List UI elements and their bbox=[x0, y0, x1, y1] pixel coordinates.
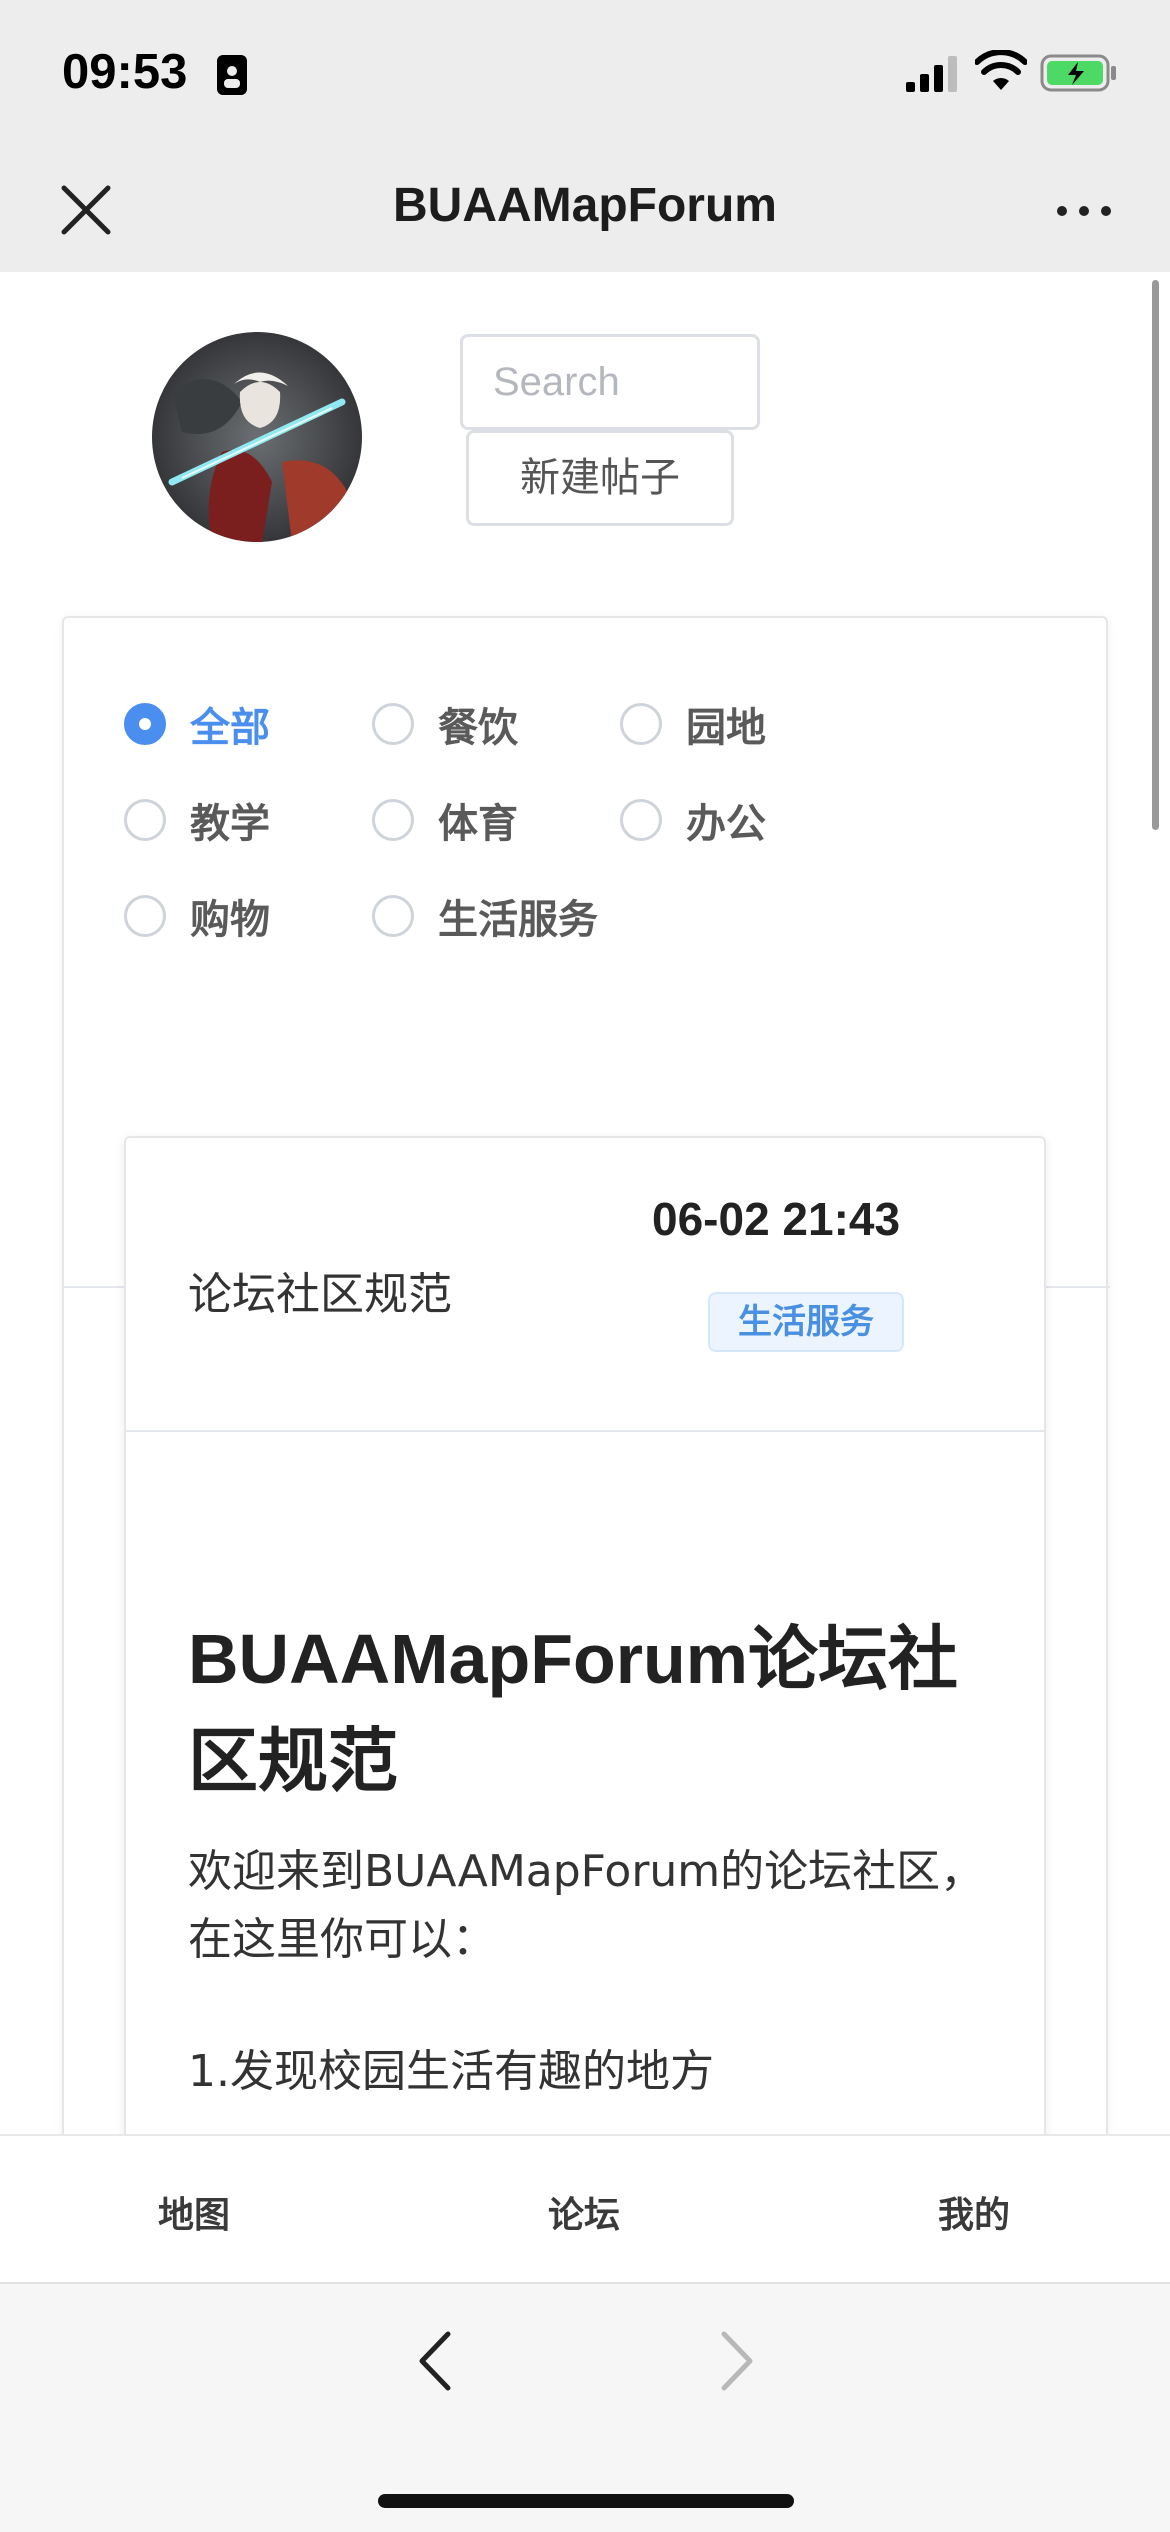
filter-radio-garden[interactable]: 园地 bbox=[620, 694, 766, 754]
back-arrow-icon[interactable] bbox=[410, 2326, 460, 2396]
filter-label: 餐饮 bbox=[438, 705, 518, 751]
filter-radio-teaching[interactable]: 教学 bbox=[124, 790, 270, 850]
search-input[interactable] bbox=[460, 334, 760, 430]
wifi-icon bbox=[975, 50, 1027, 90]
radio-circle[interactable] bbox=[124, 799, 166, 841]
tab-forum[interactable]: 论坛 bbox=[548, 2186, 620, 2238]
filter-label: 园地 bbox=[686, 705, 766, 751]
radio-circle[interactable] bbox=[124, 703, 166, 745]
filter-radio-sports[interactable]: 体育 bbox=[372, 790, 518, 850]
nav-bar: BUAAMapForum bbox=[0, 150, 1170, 272]
tab-bar: 地图 论坛 我的 bbox=[0, 2134, 1170, 2282]
radio-circle[interactable] bbox=[620, 703, 662, 745]
filter-label: 体育 bbox=[438, 801, 518, 847]
radio-circle[interactable] bbox=[620, 799, 662, 841]
status-bar: 09:53 bbox=[0, 0, 1170, 150]
filter-label: 生活服务 bbox=[438, 897, 598, 943]
signal-icon bbox=[906, 56, 957, 92]
filter-radio-dining[interactable]: 餐饮 bbox=[372, 694, 518, 754]
filter-label: 全部 bbox=[190, 705, 270, 751]
radio-circle[interactable] bbox=[372, 799, 414, 841]
page-title: BUAAMapForum bbox=[393, 179, 777, 232]
battery-icon bbox=[1040, 54, 1116, 92]
filter-label: 教学 bbox=[190, 801, 270, 847]
forward-arrow-icon[interactable] bbox=[712, 2326, 762, 2396]
status-time: 09:53 bbox=[62, 45, 188, 99]
post-paragraph: 欢迎来到BUAAMapForum的论坛社区，在这里你可以： bbox=[188, 1846, 985, 1965]
filter-radio-office[interactable]: 办公 bbox=[620, 790, 766, 850]
filter-radio-shopping[interactable]: 购物 bbox=[124, 886, 270, 946]
radio-circle[interactable] bbox=[372, 703, 414, 745]
radio-circle[interactable] bbox=[372, 895, 414, 937]
filter-radio-life-service[interactable]: 生活服务 bbox=[372, 886, 598, 946]
scrollbar[interactable] bbox=[1152, 280, 1159, 830]
post-title[interactable]: 论坛社区规范 bbox=[188, 1258, 452, 1322]
filter-label: 购物 bbox=[190, 897, 270, 943]
more-icon[interactable] bbox=[1054, 200, 1114, 222]
id-card-icon bbox=[217, 55, 247, 95]
tab-map[interactable]: 地图 bbox=[158, 2186, 230, 2238]
home-indicator bbox=[378, 2494, 794, 2508]
new-post-button[interactable]: 新建帖子 bbox=[466, 430, 734, 526]
divider bbox=[126, 1430, 1044, 1432]
post-timestamp: 06-02 21:43 bbox=[652, 1193, 901, 1245]
radio-circle[interactable] bbox=[124, 895, 166, 937]
avatar-image bbox=[152, 332, 362, 542]
browser-toolbar bbox=[0, 2282, 1170, 2532]
filter-radio-all[interactable]: 全部 bbox=[124, 694, 270, 754]
post-list-item: 1.发现校园生活有趣的地方 bbox=[188, 2046, 714, 2097]
post-category-tag: 生活服务 bbox=[708, 1292, 904, 1352]
post-card[interactable]: 论坛社区规范 06-02 21:43 生活服务 BUAAMapForum论坛社区… bbox=[124, 1136, 1046, 2134]
content-area[interactable]: 新建帖子 全部 餐饮 园地 教学 体育 办公 购物 bbox=[0, 272, 1170, 2134]
tab-mine[interactable]: 我的 bbox=[938, 2186, 1010, 2238]
post-heading: BUAAMapForum论坛社区规范 bbox=[188, 1620, 958, 1800]
filter-label: 办公 bbox=[686, 801, 766, 847]
avatar[interactable] bbox=[152, 332, 362, 542]
